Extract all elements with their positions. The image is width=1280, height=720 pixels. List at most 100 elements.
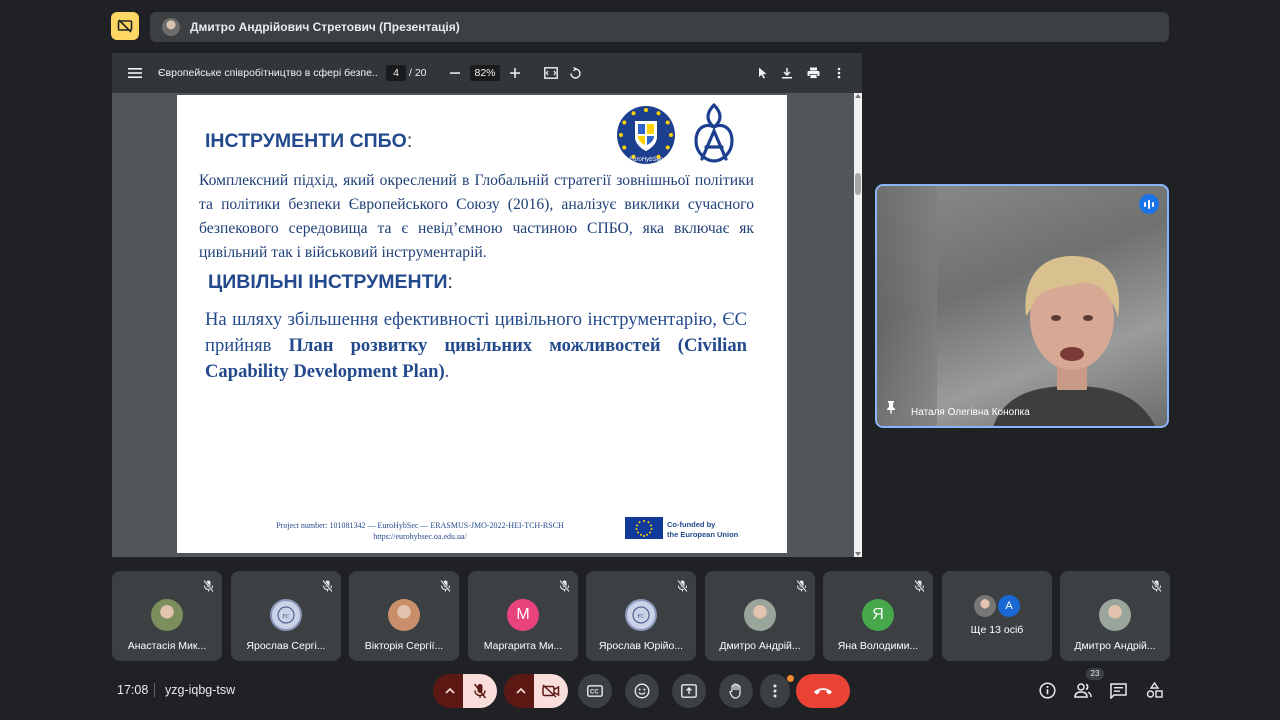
emoji-icon bbox=[634, 683, 650, 699]
people-button[interactable] bbox=[1074, 683, 1092, 703]
participant-video bbox=[993, 256, 1155, 426]
slide-heading-civil-instruments: ЦИВІЛЬНІ ІНСТРУМЕНТИ: bbox=[208, 271, 453, 293]
captions-icon: CC bbox=[587, 685, 603, 697]
group-avatars: A bbox=[974, 595, 1020, 617]
svg-text:FC: FC bbox=[637, 614, 644, 620]
mic-off-icon bbox=[322, 579, 333, 597]
present-screen-icon bbox=[681, 684, 697, 698]
people-icon bbox=[1074, 683, 1092, 698]
participant-name: Ярослав Сергі... bbox=[246, 640, 326, 652]
captions-button[interactable]: CC bbox=[578, 674, 612, 708]
seal-avatar: FC bbox=[270, 599, 302, 631]
meeting-code[interactable]: yzg-iqbg-tsw bbox=[165, 683, 235, 697]
presentation-status-icon[interactable] bbox=[111, 12, 139, 40]
mic-off-icon bbox=[473, 683, 487, 699]
slide-paragraph-1: Комплексний підхід, який окреслений в Гл… bbox=[199, 172, 754, 261]
participant-tile[interactable]: Дмитро Андрій... bbox=[705, 571, 815, 661]
document-title: Європейське співробітництво в сфері безп… bbox=[158, 67, 378, 79]
camera-off-icon bbox=[542, 684, 560, 698]
svg-text:FC: FC bbox=[282, 614, 289, 620]
logo-caption: EuroHybSec bbox=[629, 157, 663, 163]
present-screen-button[interactable] bbox=[672, 674, 706, 708]
activities-button[interactable] bbox=[1146, 681, 1163, 704]
chat-button[interactable] bbox=[1110, 683, 1127, 704]
eu-cofunded-label: Co-funded by the European Union bbox=[667, 520, 739, 539]
participant-tile[interactable]: Анастасія Мик... bbox=[112, 571, 222, 661]
meeting-details-button[interactable] bbox=[1039, 682, 1056, 704]
seal-avatar: FC bbox=[625, 599, 657, 631]
scroll-down-icon[interactable] bbox=[855, 552, 861, 556]
participant-name: Дмитро Андрій... bbox=[719, 640, 801, 652]
rotate-icon[interactable] bbox=[567, 65, 583, 81]
letter-avatar: М bbox=[507, 599, 539, 631]
mic-toggle-button[interactable] bbox=[463, 674, 497, 708]
raise-hand-button[interactable] bbox=[719, 674, 753, 708]
zoom-out-icon[interactable] bbox=[448, 65, 462, 81]
pin-icon[interactable] bbox=[885, 400, 897, 419]
participant-name: Вікторія Сергії... bbox=[364, 640, 444, 652]
cursor-icon[interactable] bbox=[756, 65, 770, 81]
present-off-icon bbox=[117, 19, 133, 33]
participant-tile[interactable]: М Маргарита Ми... bbox=[468, 571, 578, 661]
participant-name: Анастасія Мик... bbox=[127, 640, 207, 652]
presenter-avatar bbox=[162, 18, 180, 36]
mic-off-icon bbox=[440, 579, 451, 597]
reactions-button[interactable] bbox=[625, 674, 659, 708]
more-options-button[interactable] bbox=[760, 674, 790, 708]
participant-name: Яна Володими... bbox=[837, 640, 919, 652]
more-vert-icon bbox=[773, 684, 777, 698]
speaking-indicator-icon bbox=[1139, 194, 1159, 214]
fit-page-icon[interactable] bbox=[543, 65, 559, 81]
avatar bbox=[388, 599, 420, 631]
mic-off-icon bbox=[559, 579, 570, 597]
notification-dot bbox=[787, 675, 794, 682]
chevron-up-icon bbox=[516, 688, 526, 694]
camera-toggle-button[interactable] bbox=[534, 674, 568, 708]
pdf-viewer: Європейське співробітництво в сфері безп… bbox=[112, 53, 862, 557]
participant-tile[interactable]: Вікторія Сергії... bbox=[349, 571, 459, 661]
self-name-label: Наталя Олегівна Конопка bbox=[911, 407, 1030, 418]
self-video-tile[interactable]: Наталя Олегівна Конопка bbox=[875, 184, 1169, 428]
page-number-input[interactable]: 4 bbox=[386, 65, 406, 81]
hang-up-icon bbox=[814, 688, 832, 695]
participant-tile[interactable]: Дмитро Андрій... bbox=[1060, 571, 1170, 661]
menu-icon[interactable] bbox=[126, 65, 144, 81]
participant-tile[interactable]: A Ще 13 осіб bbox=[942, 571, 1052, 661]
page-total: / 20 bbox=[409, 67, 427, 79]
mic-off-icon bbox=[1151, 579, 1162, 597]
participant-tile[interactable]: Я Яна Володими... bbox=[823, 571, 933, 661]
participant-tile[interactable]: FC Ярослав Юрійо... bbox=[586, 571, 696, 661]
scroll-thumb[interactable] bbox=[855, 173, 861, 195]
clock: 17:08 bbox=[117, 683, 149, 697]
participant-name: Ярослав Юрійо... bbox=[598, 640, 684, 652]
chat-icon bbox=[1110, 683, 1127, 700]
leave-call-button[interactable] bbox=[796, 674, 850, 708]
mic-options-button[interactable] bbox=[433, 674, 467, 708]
slide-heading-instruments: ІНСТРУМЕНТИ СПБО: bbox=[205, 130, 413, 152]
participant-tile[interactable]: FC Ярослав Сергі... bbox=[231, 571, 341, 661]
avatar bbox=[1099, 599, 1131, 631]
scroll-up-icon[interactable] bbox=[855, 94, 861, 98]
background-blur bbox=[877, 186, 937, 426]
eurohybsec-logo: EuroHybSec bbox=[614, 105, 678, 169]
download-icon[interactable] bbox=[779, 65, 795, 81]
print-icon[interactable] bbox=[805, 65, 821, 81]
camera-options-button[interactable] bbox=[504, 674, 538, 708]
chevron-up-icon bbox=[445, 688, 455, 694]
more-options-icon[interactable] bbox=[832, 65, 846, 81]
slide-paragraph-2: На шляху збільшення ефективності цивільн… bbox=[205, 309, 747, 382]
presenter-bar[interactable]: Дмитро Андрійович Стретович (Презентація… bbox=[150, 12, 1169, 42]
presenter-label: Дмитро Андрійович Стретович (Презентація… bbox=[190, 20, 460, 34]
activities-icon bbox=[1146, 681, 1163, 698]
participant-count-badge: 23 bbox=[1086, 668, 1104, 680]
hand-icon bbox=[729, 683, 741, 699]
zoom-in-icon[interactable] bbox=[508, 65, 522, 81]
pdf-toolbar: Європейське співробітництво в сфері безп… bbox=[112, 53, 862, 93]
mic-off-icon bbox=[914, 579, 925, 597]
eu-flag-icon bbox=[625, 517, 663, 539]
letter-avatar: Я bbox=[862, 599, 894, 631]
avatar bbox=[744, 599, 776, 631]
pdf-page: ІНСТРУМЕНТИ СПБО: EuroHybSec Комплексний… bbox=[177, 95, 787, 553]
zoom-level[interactable]: 82% bbox=[470, 65, 500, 81]
pdf-scrollbar[interactable] bbox=[854, 93, 862, 557]
